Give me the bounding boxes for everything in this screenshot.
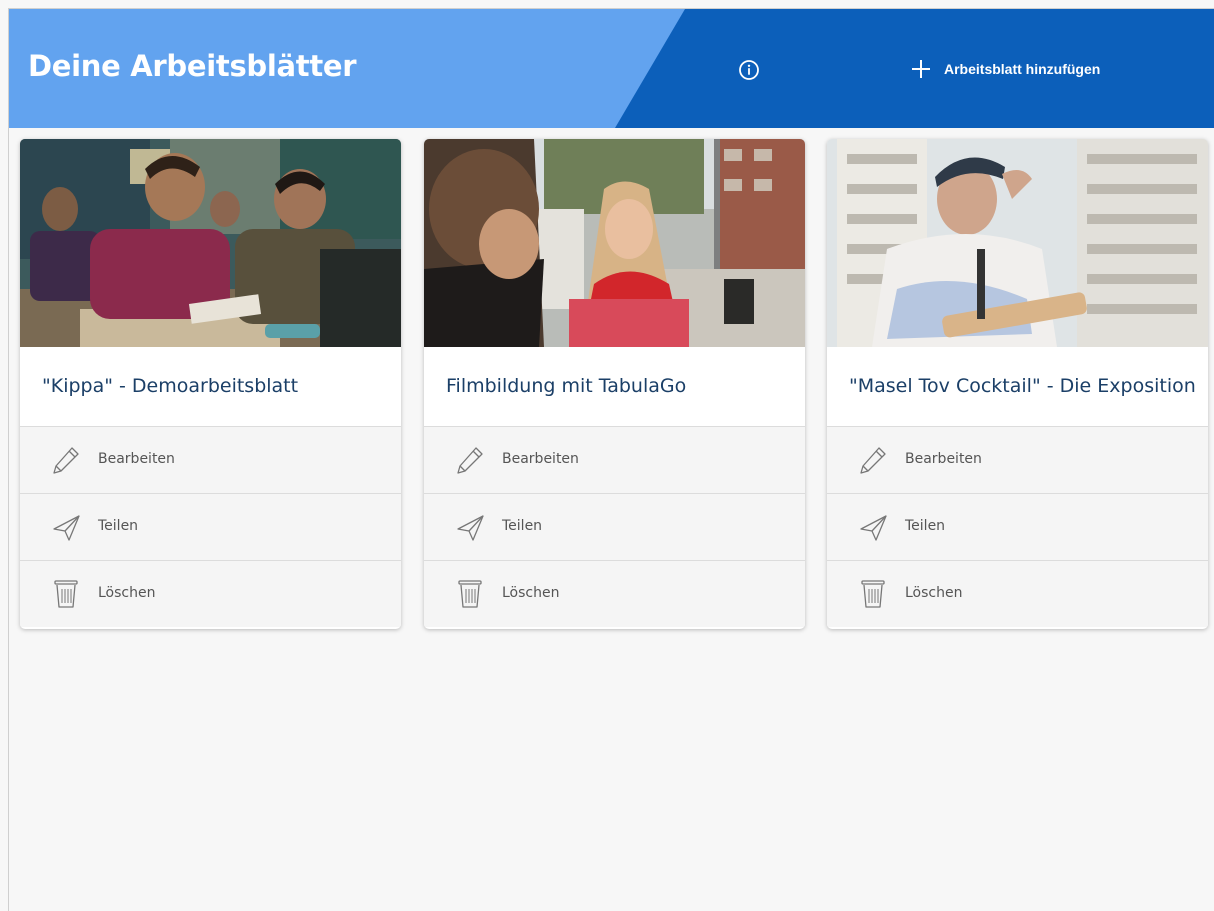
- edit-label: Bearbeiten: [905, 451, 982, 467]
- share-action[interactable]: Teilen: [827, 493, 1208, 560]
- trash-icon: [50, 578, 82, 610]
- delete-action[interactable]: Löschen: [827, 560, 1208, 627]
- delete-action[interactable]: Löschen: [424, 560, 805, 627]
- edit-label: Bearbeiten: [98, 451, 175, 467]
- paper-plane-icon: [857, 511, 889, 543]
- paper-plane-icon: [50, 511, 82, 543]
- worksheet-thumbnail-girl-scarf[interactable]: [424, 139, 805, 347]
- edit-action[interactable]: Bearbeiten: [827, 426, 1208, 493]
- trash-icon: [454, 578, 486, 610]
- worksheet-thumbnail-boy-cap[interactable]: [827, 139, 1208, 347]
- worksheet-thumbnail-classroom[interactable]: [20, 139, 401, 347]
- page-title: Deine Arbeitsblätter: [28, 49, 357, 83]
- pencil-icon: [857, 444, 889, 476]
- info-icon[interactable]: [738, 59, 760, 81]
- worksheet-title[interactable]: "Masel Tov Cocktail" - Die Exposition: [849, 375, 1196, 397]
- worksheet-card: "Kippa" - Demoarbeitsblatt Bearbeiten Te…: [20, 139, 401, 629]
- worksheet-title[interactable]: "Kippa" - Demoarbeitsblatt: [42, 375, 298, 397]
- edit-label: Bearbeiten: [502, 451, 579, 467]
- paper-plane-icon: [454, 511, 486, 543]
- worksheet-title[interactable]: Filmbildung mit TabulaGo: [446, 375, 686, 397]
- plus-icon: [912, 60, 930, 78]
- worksheet-card: "Masel Tov Cocktail" - Die Exposition Be…: [827, 139, 1208, 629]
- delete-label: Löschen: [98, 585, 156, 601]
- share-action[interactable]: Teilen: [20, 493, 401, 560]
- delete-label: Löschen: [905, 585, 963, 601]
- delete-label: Löschen: [502, 585, 560, 601]
- edit-action[interactable]: Bearbeiten: [20, 426, 401, 493]
- add-worksheet-label: Arbeitsblatt hinzufügen: [944, 61, 1101, 77]
- edit-action[interactable]: Bearbeiten: [424, 426, 805, 493]
- worksheet-card: Filmbildung mit TabulaGo Bearbeiten Teil…: [424, 139, 805, 629]
- pencil-icon: [50, 444, 82, 476]
- share-label: Teilen: [502, 518, 543, 534]
- trash-icon: [857, 578, 889, 610]
- share-label: Teilen: [98, 518, 139, 534]
- share-action[interactable]: Teilen: [424, 493, 805, 560]
- page-header: Deine Arbeitsblätter Arbeitsblatt hinzuf…: [9, 9, 1214, 128]
- share-label: Teilen: [905, 518, 946, 534]
- pencil-icon: [454, 444, 486, 476]
- delete-action[interactable]: Löschen: [20, 560, 401, 627]
- app-frame: Deine Arbeitsblätter Arbeitsblatt hinzuf…: [8, 8, 1214, 911]
- add-worksheet-button[interactable]: Arbeitsblatt hinzufügen: [910, 56, 1100, 82]
